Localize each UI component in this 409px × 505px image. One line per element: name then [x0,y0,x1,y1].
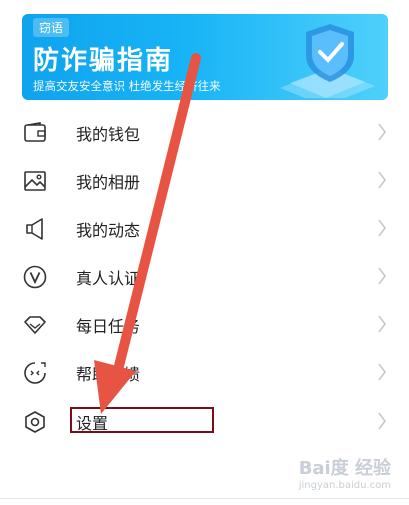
menu-label-verification: 真人认证 [76,269,141,288]
baidu-jingyan-watermark: Bai度 经验 jingyan.baidu.com [299,454,391,491]
menu-label-moments: 我的动态 [76,221,141,240]
anti-fraud-banner[interactable]: 窃语 防诈骗指南 提高交友安全意识 杜绝发生经济往来 [22,14,388,100]
megaphone-icon [26,218,43,240]
banner-subtitle: 提高交友安全意识 杜绝发生经济往来 [33,79,221,93]
watermark-url: jingyan.baidu.com [298,480,391,491]
chevron-right-icon [378,363,386,381]
menu-item-feedback[interactable]: 帮助反馈 [0,348,409,396]
watermark-brand: Bai度 经验 [298,458,391,479]
menu-label-album: 我的相册 [76,173,141,192]
menu-item-moments[interactable]: 我的动态 [0,204,409,252]
chevron-right-icon [378,123,386,141]
shield-illustration-icon [280,24,375,98]
chevron-right-icon [378,267,386,285]
bottom-divider [0,498,409,499]
menu-label-feedback: 帮助反馈 [76,365,141,384]
feedback-face-icon [24,362,46,384]
photo-album-icon [24,171,46,191]
chevron-right-icon [378,171,386,189]
menu-item-wallet[interactable]: 我的钱包 [0,108,409,156]
wallet-icon [24,122,46,142]
verify-v-icon [23,265,47,289]
menu-label-daily-tasks: 每日任务 [76,317,141,336]
chevron-right-icon [378,412,386,430]
banner-title: 防诈骗指南 [33,46,174,76]
banner-tag: 窃语 [33,18,70,37]
menu-item-album[interactable]: 我的相册 [0,156,409,204]
menu-item-verification[interactable]: 真人认证 [0,252,409,300]
settings-hexagon-icon [25,411,45,433]
menu-item-daily-tasks[interactable]: 每日任务 [0,300,409,348]
diamond-icon [24,316,46,334]
chevron-right-icon [378,219,386,237]
settings-highlight-box [70,407,214,433]
menu-label-wallet: 我的钱包 [76,125,141,144]
chevron-right-icon [378,315,386,333]
